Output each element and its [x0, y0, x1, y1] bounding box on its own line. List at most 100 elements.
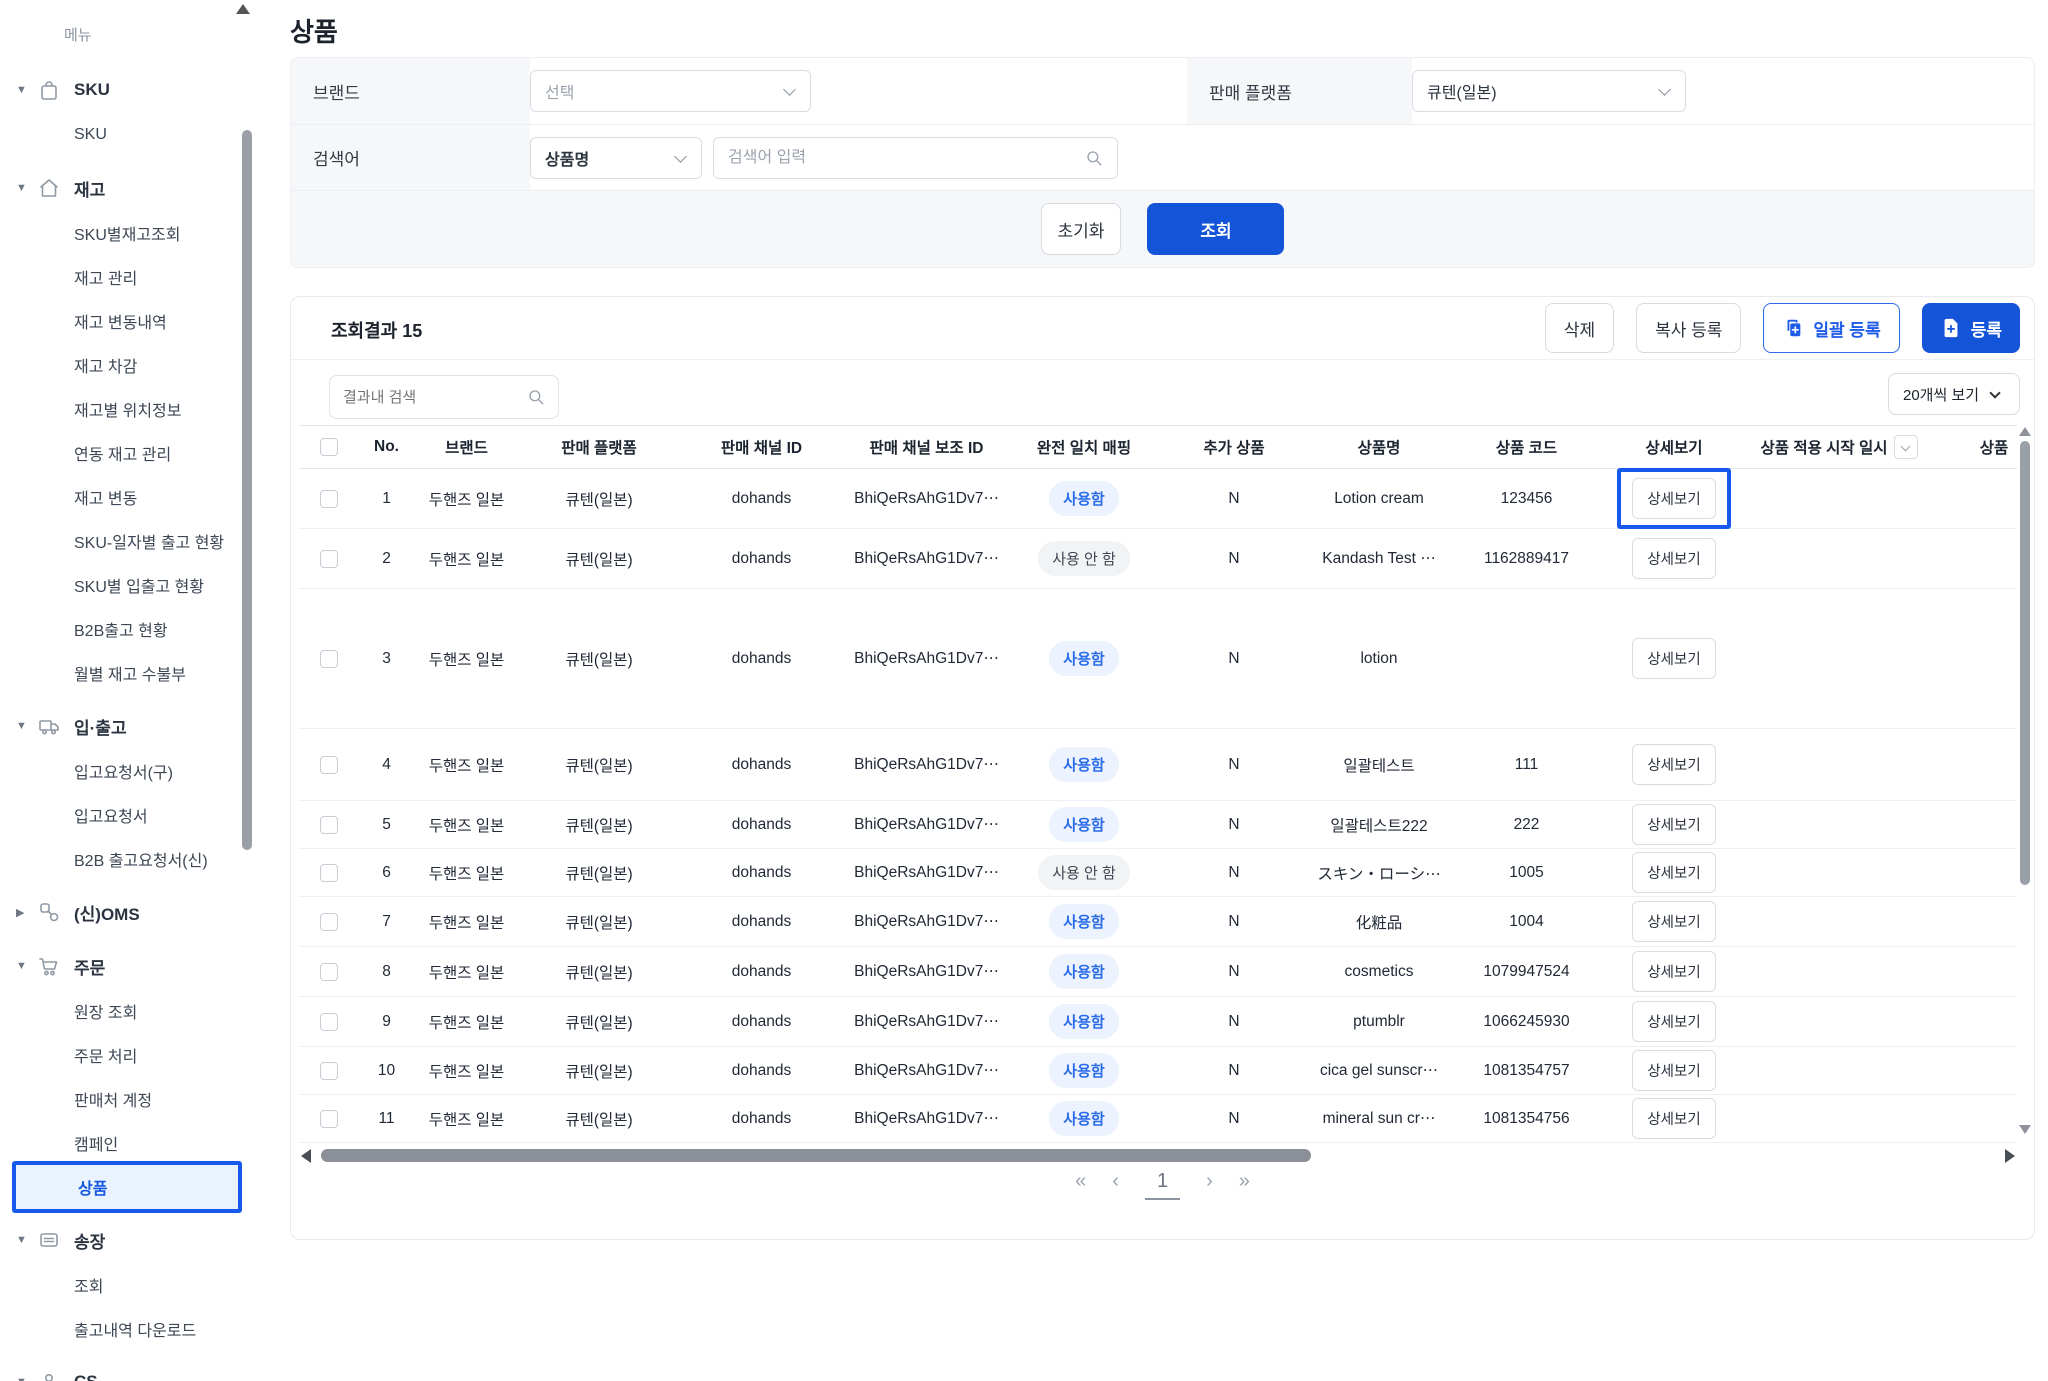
result-count: 조회결과 15 [331, 317, 422, 343]
sidebar-group-order[interactable]: ▼주문 [0, 943, 256, 989]
reset-button[interactable]: 초기화 [1041, 203, 1122, 255]
column-header-label: 판매 채널 보조 ID [870, 436, 984, 458]
search-icon[interactable] [1085, 149, 1103, 167]
row-product-name: 일괄테스트222 [1309, 814, 1449, 836]
filter-actions: 초기화 조회 [291, 191, 2034, 267]
sidebar-item-stock-7[interactable]: SKU-일자별 출고 현황 [0, 519, 256, 563]
row-channel-id: dohands [679, 816, 844, 834]
delete-button[interactable]: 삭제 [1545, 303, 1614, 353]
sidebar-group-invoice[interactable]: ▼송장 [0, 1217, 256, 1263]
row-channel-id: dohands [679, 1062, 844, 1080]
row-checkbox[interactable] [320, 864, 338, 882]
row-platform: 큐텐(일본) [519, 548, 679, 570]
row-checkbox[interactable] [320, 1062, 338, 1080]
row-checkbox[interactable] [320, 913, 338, 931]
horizontal-scrollbar-thumb[interactable] [321, 1149, 1311, 1162]
platform-select[interactable]: 큐텐(일본) [1412, 70, 1686, 112]
detail-view-button[interactable]: 상세보기 [1632, 1098, 1715, 1139]
sidebar-item-stock-9[interactable]: B2B출고 현황 [0, 607, 256, 651]
filter-row-keyword: 검색어 상품명 [291, 125, 2034, 191]
sidebar-item-invoice-1[interactable]: 출고내역 다운로드 [0, 1307, 256, 1351]
sidebar-item-stock-5[interactable]: 연동 재고 관리 [0, 431, 256, 475]
row-checkbox[interactable] [320, 1110, 338, 1128]
detail-view-button[interactable]: 상세보기 [1632, 478, 1715, 519]
brand-select-value: 선택 [545, 79, 574, 103]
row-checkbox[interactable] [320, 1013, 338, 1031]
detail-view-button[interactable]: 상세보기 [1632, 951, 1715, 992]
bulk-register-button[interactable]: 일괄 등록 [1763, 303, 1899, 353]
select-all-checkbox[interactable] [320, 438, 338, 456]
page-size-value: 20개씩 보기 [1903, 384, 1979, 405]
row-no: 2 [359, 550, 414, 568]
detail-view-button[interactable]: 상세보기 [1632, 538, 1715, 579]
search-button[interactable]: 조회 [1147, 203, 1284, 255]
link-icon [36, 899, 62, 925]
inline-search-input[interactable] [343, 389, 527, 406]
sidebar-item-order-1[interactable]: 주문 처리 [0, 1033, 256, 1077]
sidebar-item-inout-0[interactable]: 입고요청서(구) [0, 749, 256, 793]
pagination-last[interactable]: » [1239, 1171, 1250, 1191]
page-size-select[interactable]: 20개씩 보기 [1888, 373, 2020, 415]
detail-view-button[interactable]: 상세보기 [1632, 804, 1715, 845]
sidebar-item-inout-1[interactable]: 입고요청서 [0, 793, 256, 837]
pagination-page-1[interactable]: 1 [1145, 1171, 1180, 1200]
column-header-label: 상세보기 [1645, 436, 1702, 458]
detail-view-button[interactable]: 상세보기 [1632, 901, 1715, 942]
search-icon[interactable] [527, 388, 545, 406]
chevron-down-icon: ▼ [16, 182, 30, 194]
detail-view-button[interactable]: 상세보기 [1632, 1001, 1715, 1042]
brand-select[interactable]: 선택 [530, 70, 811, 112]
pagination-prev[interactable]: ‹ [1112, 1171, 1119, 1191]
sidebar-item-stock-2[interactable]: 재고 변동내역 [0, 299, 256, 343]
sidebar-item-stock-1[interactable]: 재고 관리 [0, 255, 256, 299]
sidebar-scroll-up-icon[interactable] [236, 4, 250, 14]
sidebar-item-invoice-0[interactable]: 조회 [0, 1263, 256, 1307]
row-detail-cell: 상세보기 [1604, 744, 1744, 785]
vertical-scrollbar-thumb[interactable] [2020, 441, 2030, 885]
sidebar-item-stock-6[interactable]: 재고 변동 [0, 475, 256, 519]
row-checkbox[interactable] [320, 550, 338, 568]
sidebar-item-stock-3[interactable]: 재고 차감 [0, 343, 256, 387]
sidebar-scrollbar-thumb[interactable] [242, 130, 252, 850]
row-sub-id: BhiQeRsAhG1Dv7⋯ [844, 1109, 1009, 1128]
scroll-down-icon[interactable] [2019, 1125, 2031, 1134]
scroll-up-icon[interactable] [2019, 427, 2031, 436]
scroll-right-icon[interactable] [2005, 1149, 2015, 1163]
column-header-label: 판매 채널 ID [721, 436, 802, 458]
row-checkbox[interactable] [320, 650, 338, 668]
sidebar-group-sku[interactable]: ▼SKU [0, 67, 256, 113]
sidebar-group-inout[interactable]: ▼입·출고 [0, 703, 256, 749]
sidebar-item-stock-8[interactable]: SKU별 입출고 현황 [0, 563, 256, 607]
sidebar-group-oms[interactable]: ▶(신)OMS [0, 889, 256, 935]
sidebar-item-order-3[interactable]: 캠페인 [0, 1121, 256, 1165]
row-checkbox[interactable] [320, 490, 338, 508]
row-checkbox[interactable] [320, 756, 338, 774]
sidebar-item-stock-10[interactable]: 월별 재고 수불부 [0, 651, 256, 695]
keyword-type-select[interactable]: 상품명 [530, 137, 702, 179]
sidebar-item-order-0[interactable]: 원장 조회 [0, 989, 256, 1033]
row-checkbox-cell [299, 756, 359, 774]
sidebar-item-stock-4[interactable]: 재고별 위치정보 [0, 387, 256, 431]
sidebar-item-order-2[interactable]: 판매처 계정 [0, 1077, 256, 1121]
sidebar-item-stock-0[interactable]: SKU별재고조회 [0, 211, 256, 255]
sidebar-item-order-4-active[interactable]: 상품 [12, 1161, 242, 1213]
pagination-next[interactable]: › [1206, 1171, 1213, 1191]
scroll-left-icon[interactable] [301, 1149, 311, 1163]
column-filter-dropdown-icon[interactable] [1894, 435, 1918, 459]
register-button[interactable]: 등록 [1922, 303, 2020, 353]
sidebar-group-cs[interactable]: ▼CS [0, 1359, 256, 1381]
row-sub-id: BhiQeRsAhG1Dv7⋯ [844, 755, 1009, 774]
mapping-enabled-badge: 사용함 [1049, 954, 1118, 989]
sidebar-item-inout-2[interactable]: B2B 출고요청서(신) [0, 837, 256, 881]
detail-view-button[interactable]: 상세보기 [1632, 1050, 1715, 1091]
row-checkbox[interactable] [320, 816, 338, 834]
detail-view-button[interactable]: 상세보기 [1632, 744, 1715, 785]
pagination-first[interactable]: « [1075, 1171, 1086, 1191]
sidebar-item-sku-0[interactable]: SKU [0, 113, 256, 157]
row-checkbox[interactable] [320, 963, 338, 981]
sidebar-group-stock[interactable]: ▼재고 [0, 165, 256, 211]
detail-view-button[interactable]: 상세보기 [1632, 852, 1715, 893]
detail-view-button[interactable]: 상세보기 [1632, 638, 1715, 679]
copy-register-button[interactable]: 복사 등록 [1636, 303, 1741, 353]
keyword-input[interactable] [728, 149, 1085, 167]
